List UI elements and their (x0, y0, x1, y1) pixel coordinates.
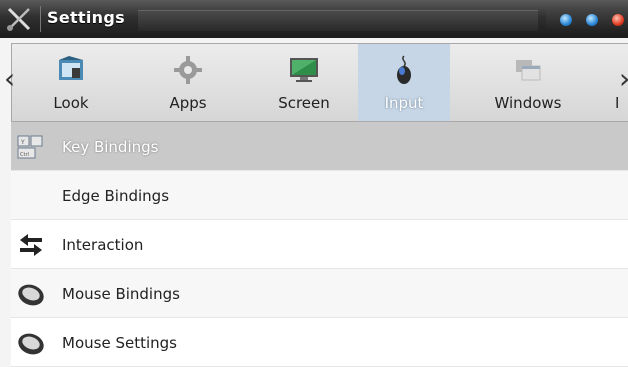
list-item-interaction[interactable]: Interaction (11, 220, 628, 269)
list-item-label: Mouse Bindings (62, 285, 180, 303)
window-title: Settings (47, 8, 125, 27)
tab-screen[interactable]: Screen (258, 44, 350, 121)
title-drag-area[interactable] (138, 10, 538, 31)
keyboard-icon: Y Ctrl (17, 135, 43, 159)
tab-apps-label: Apps (169, 94, 207, 112)
apps-gear-icon (174, 56, 202, 84)
tab-screen-label: Screen (278, 94, 330, 112)
category-tab-strip: ‹ Look Apps Screen Input Windows (4, 43, 628, 122)
scroll-left-arrow[interactable]: ‹ (4, 62, 15, 95)
list-item-label: Mouse Settings (62, 334, 177, 352)
list-item-label: Key Bindings (62, 138, 159, 156)
maximize-icon[interactable] (586, 14, 598, 26)
list-item-mouse-settings[interactable]: Mouse Settings (11, 318, 628, 367)
close-icon[interactable] (612, 14, 624, 26)
windows-icon (516, 60, 541, 81)
svg-text:Y: Y (20, 139, 25, 146)
scroll-right-arrow[interactable]: › (619, 62, 628, 95)
svg-text:Ctrl: Ctrl (20, 152, 29, 158)
tab-more[interactable]: M (572, 44, 618, 121)
minimize-icon[interactable] (560, 14, 572, 26)
list-item-edge-bindings[interactable]: Edge Bindings (11, 171, 628, 220)
list-item-label: Interaction (62, 236, 144, 254)
mouse-icon (18, 284, 44, 306)
tab-look[interactable]: Look (25, 44, 117, 121)
tab-windows-label: Windows (494, 94, 562, 112)
tab-input-label: Input (384, 94, 424, 112)
tab-more-label: M (572, 94, 618, 112)
tab-windows[interactable]: Windows (482, 44, 574, 121)
list-item-mouse-bindings[interactable]: Mouse Bindings (11, 269, 628, 318)
window-controls (546, 9, 628, 31)
settings-tools-icon (7, 7, 31, 31)
interaction-arrows-icon (20, 234, 42, 256)
look-icon (59, 56, 83, 80)
title-separator (40, 6, 41, 32)
screen-monitor-icon (290, 58, 318, 82)
tab-apps[interactable]: Apps (142, 44, 234, 121)
tab-input[interactable]: Input (358, 44, 450, 121)
input-icon (397, 55, 411, 84)
list-item-label: Edge Bindings (62, 187, 170, 205)
tab-look-label: Look (53, 94, 89, 112)
list-item-key-bindings[interactable]: Y Ctrl Key Bindings (11, 122, 628, 171)
title-bar[interactable]: Settings (0, 0, 628, 38)
mouse-icon (18, 333, 44, 355)
